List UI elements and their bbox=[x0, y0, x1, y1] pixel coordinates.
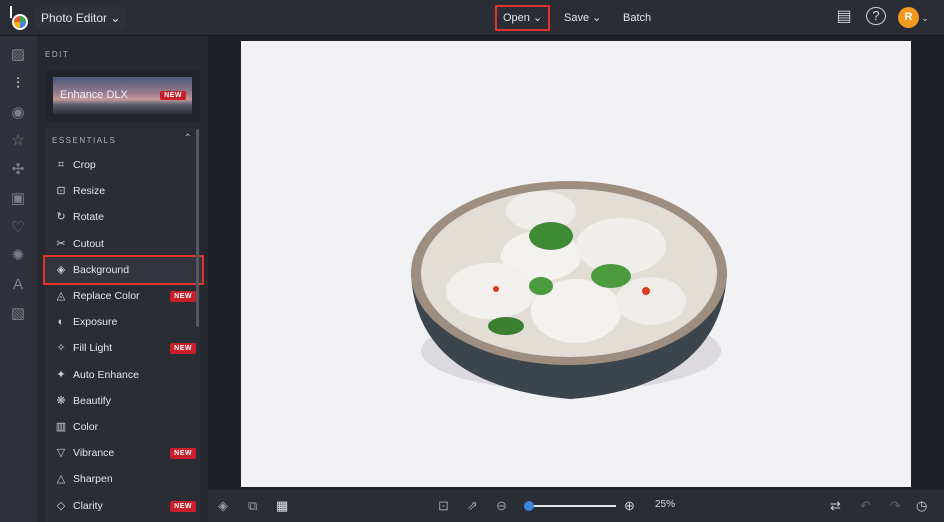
tool-item-resize[interactable]: ⊡ Resize bbox=[45, 178, 202, 204]
edit-panel: EDIT Enhance DLX NEW ESSENTIALS ⌃ ⌗ Crop ⊡… bbox=[37, 36, 208, 522]
tool-item-label: Rotate bbox=[73, 211, 104, 224]
tool-item-clarity[interactable]: ◇ Clarity NEW bbox=[45, 493, 202, 519]
template-icon[interactable]: ▦ bbox=[276, 496, 288, 516]
tool-item-label: Auto Enhance bbox=[73, 368, 139, 381]
tool-item-label: Color bbox=[73, 421, 99, 433]
history-icon[interactable]: ◷ bbox=[916, 496, 927, 516]
zoom-in-icon[interactable]: ⊕ bbox=[624, 496, 635, 516]
color-icon: ▥ bbox=[55, 421, 67, 433]
cutout-icon: ✂ bbox=[56, 237, 66, 250]
tool-item-cutout[interactable]: ✂ Cutout bbox=[45, 231, 202, 257]
image-icon[interactable]: ▨ bbox=[9, 46, 27, 64]
panel-title: EDIT bbox=[45, 50, 70, 59]
new-badge: NEW bbox=[170, 500, 196, 512]
tool-item-label: Beautify bbox=[73, 394, 111, 407]
new-badge: NEW bbox=[170, 291, 196, 302]
help-icon[interactable]: ? bbox=[866, 7, 886, 25]
tool-item-vibrance[interactable]: ▽ Vibrance NEW bbox=[45, 440, 202, 466]
tool-item-sharpen[interactable]: △ Sharpen bbox=[45, 466, 202, 492]
zoom-level: 25% bbox=[655, 499, 676, 510]
zoom-slider-handle[interactable] bbox=[524, 501, 534, 511]
effects-icon[interactable]: ✣ bbox=[9, 161, 27, 179]
tool-item-replace-color[interactable]: ◬ Replace Color NEW bbox=[45, 283, 202, 309]
comment-icon[interactable]: ▤ bbox=[834, 7, 854, 27]
compare-icon[interactable]: ⧉ bbox=[248, 496, 257, 516]
layers-icon[interactable]: ◈ bbox=[218, 496, 228, 516]
zoom-slider[interactable] bbox=[530, 505, 616, 507]
app-logo[interactable] bbox=[8, 5, 30, 31]
exposure-icon: ◐ bbox=[57, 316, 65, 329]
essentials-header[interactable]: ESSENTIALS bbox=[52, 136, 116, 145]
tool-item-label: Fill Light bbox=[73, 342, 113, 355]
texture-icon[interactable]: ▧ bbox=[9, 305, 27, 323]
tool-item-color[interactable]: ▥ Color bbox=[45, 414, 202, 440]
tool-item-label: Vibrance bbox=[73, 447, 115, 460]
chevron-up-icon[interactable]: ⌃ bbox=[184, 133, 192, 144]
sliders-icon[interactable]: ⫶ bbox=[9, 75, 27, 93]
essentials-section: ESSENTIALS ⌃ ⌗ Crop ⊡ Resize ↻ Rotate ✂ Cutout ◈… bbox=[43, 128, 204, 522]
chevron-down-icon[interactable]: ⌄ bbox=[920, 8, 930, 28]
save-label: Save bbox=[564, 12, 590, 24]
tool-item-fill-light[interactable]: ✧ Fill Light NEW bbox=[45, 335, 202, 361]
auto-enhance-icon: ✦ bbox=[56, 368, 66, 381]
vibrance-icon: ▽ bbox=[56, 447, 66, 460]
beautify-icon: ❋ bbox=[56, 394, 66, 407]
tool-item-label: Cutout bbox=[73, 237, 104, 250]
fill-light-icon: ✧ bbox=[56, 342, 66, 355]
star-icon[interactable]: ☆ bbox=[9, 132, 27, 150]
open-label: Open bbox=[503, 12, 530, 24]
batch-button[interactable]: Batch bbox=[617, 7, 657, 29]
new-badge: NEW bbox=[170, 448, 196, 460]
actual-size-icon[interactable]: ⇗ bbox=[467, 496, 478, 516]
bottom-toolbar: ◈ ⧉ ▦ ⊡ ⇗ ⊖ ⊕ 25% ⇄ ↶ ↷ ◷ bbox=[208, 490, 944, 522]
new-badge: NEW bbox=[170, 343, 196, 355]
tool-item-label: Replace Color bbox=[73, 290, 140, 302]
badge-icon[interactable]: ✺ bbox=[9, 247, 27, 265]
tool-item-label: Resize bbox=[73, 185, 106, 198]
save-button[interactable]: Save ⌄ bbox=[558, 7, 607, 29]
avatar[interactable]: R bbox=[898, 7, 919, 28]
resize-icon: ⊡ bbox=[56, 185, 66, 198]
text-icon[interactable]: A bbox=[9, 276, 27, 294]
fit-screen-icon[interactable]: ⊡ bbox=[438, 496, 449, 516]
tool-item-crop[interactable]: ⌗ Crop bbox=[45, 152, 202, 178]
heart-icon[interactable]: ♡ bbox=[9, 219, 27, 237]
frame-icon[interactable]: ▣ bbox=[9, 190, 27, 208]
open-button[interactable]: Open ⌄ bbox=[494, 5, 551, 31]
new-badge: NEW bbox=[160, 91, 186, 100]
photo-canvas[interactable] bbox=[241, 41, 911, 487]
background-icon: ◈ bbox=[56, 263, 66, 276]
enhance-dlx-label: Enhance DLX bbox=[60, 89, 128, 101]
enhance-dlx-thumbnail: Enhance DLX NEW bbox=[53, 77, 192, 114]
rotate-icon: ↻ bbox=[56, 211, 66, 224]
panel-scrollbar[interactable] bbox=[196, 129, 199, 327]
zoom-out-icon[interactable]: ⊖ bbox=[496, 496, 507, 516]
dumpling-bowl-photo bbox=[411, 181, 727, 399]
tool-item-background[interactable]: ◈ Background bbox=[43, 254, 204, 285]
tool-rail: ▨ ⫶ ◉ ☆ ✣ ▣ ♡ ✺ A ▧ bbox=[0, 36, 37, 522]
top-bar: Photo Editor ⌄ Open ⌄ Save ⌄ Batch ▤ ? R… bbox=[0, 0, 944, 36]
tool-item-label: Exposure bbox=[73, 316, 118, 329]
redo-icon[interactable]: ↷ bbox=[890, 496, 901, 516]
undo-icon[interactable]: ↶ bbox=[860, 496, 871, 516]
tool-item-label: Sharpen bbox=[73, 473, 113, 486]
enhance-dlx-card[interactable]: Enhance DLX NEW bbox=[45, 70, 200, 122]
tool-item-label: Clarity bbox=[73, 499, 103, 512]
flip-icon[interactable]: ⇄ bbox=[830, 496, 841, 516]
tool-item-rotate[interactable]: ↻ Rotate bbox=[45, 204, 202, 230]
sharpen-icon: △ bbox=[56, 473, 66, 486]
tool-item-auto-enhance[interactable]: ✦ Auto Enhance bbox=[45, 362, 202, 388]
crop-icon: ⌗ bbox=[57, 159, 65, 171]
tool-item-label: Background bbox=[73, 263, 130, 276]
app-menu-label: Photo Editor bbox=[41, 11, 108, 25]
tool-item-label: Crop bbox=[73, 159, 96, 171]
tool-item-beautify[interactable]: ❋ Beautify bbox=[45, 388, 202, 414]
tool-item-exposure[interactable]: ◐ Exposure bbox=[45, 309, 202, 335]
clarity-icon: ◇ bbox=[56, 499, 66, 512]
replace-color-icon: ◬ bbox=[56, 290, 66, 302]
eye-icon[interactable]: ◉ bbox=[9, 104, 27, 122]
app-menu-button[interactable]: Photo Editor ⌄ bbox=[35, 7, 127, 29]
